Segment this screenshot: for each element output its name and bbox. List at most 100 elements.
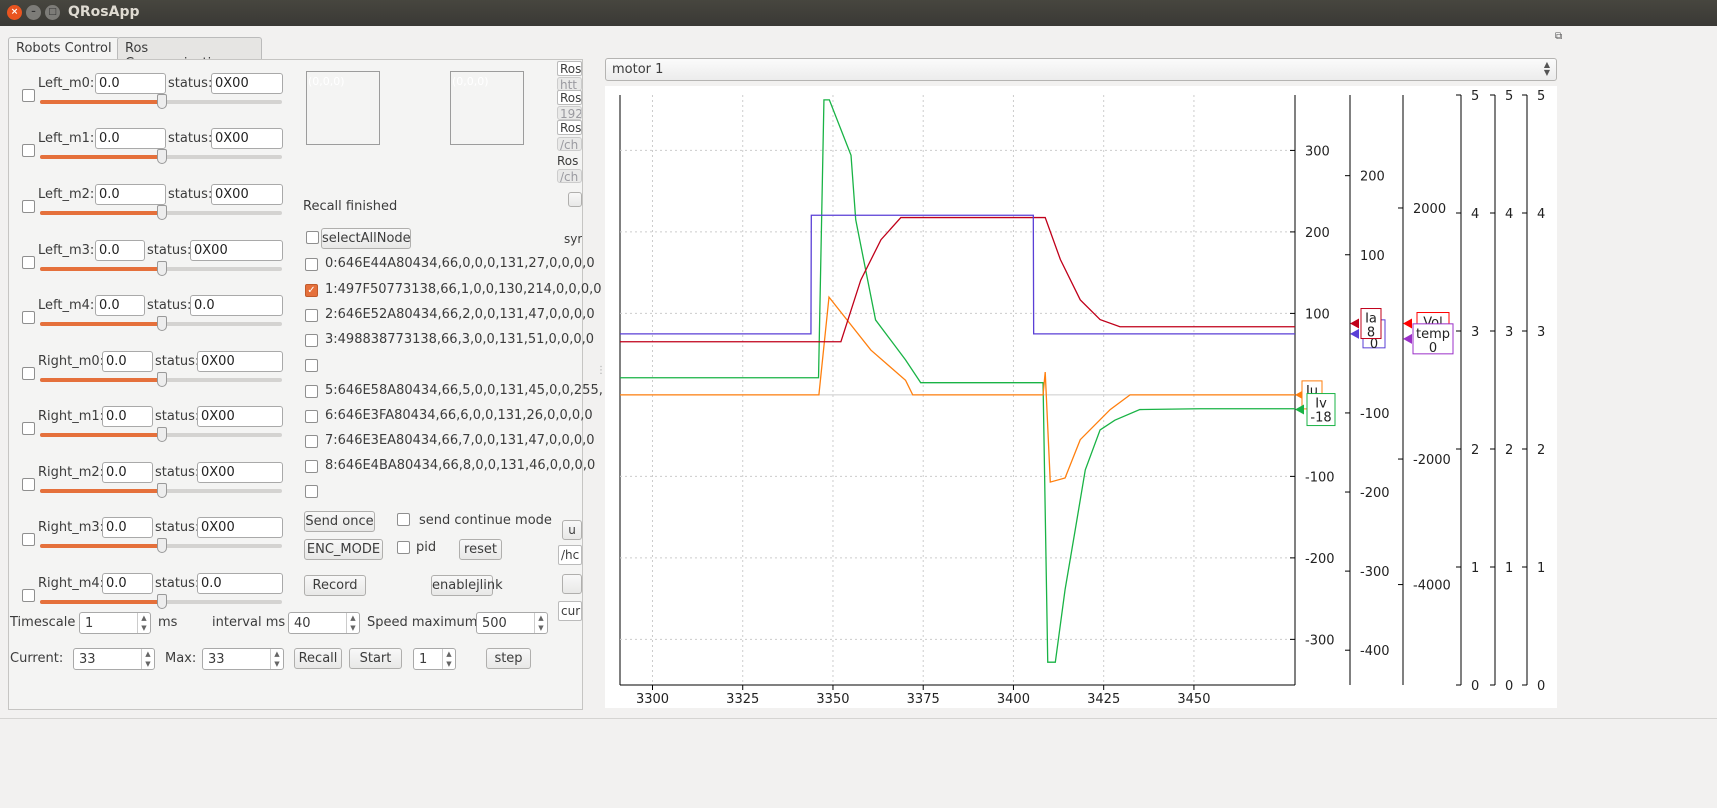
motor-value-input[interactable]: 0.0 (102, 573, 153, 594)
max-spinbox[interactable]: 33 ▲ ▼ (202, 648, 284, 670)
clipped-button-1[interactable] (568, 192, 582, 207)
motor-label: Right_m4: (38, 576, 105, 591)
select-all-node-button[interactable]: selectAllNode (321, 228, 411, 249)
tab-ros-communications[interactable]: Ros Communications (117, 37, 262, 71)
motor-enable-checkbox[interactable] (22, 144, 35, 157)
node-checkbox[interactable] (305, 334, 318, 347)
enablejlink-button[interactable]: enablejlink (431, 575, 503, 596)
send-once-button[interactable]: Send once (304, 511, 375, 532)
status-input[interactable]: 0X00 (211, 184, 283, 205)
speed-max-spinbox[interactable]: 500 ▲ ▼ (476, 612, 548, 634)
node-checkbox[interactable] (305, 359, 318, 372)
slider-handle[interactable] (157, 483, 167, 498)
reset-button[interactable]: reset (459, 539, 502, 560)
motor-enable-checkbox[interactable] (22, 478, 35, 491)
topic-field-2[interactable]: /ch (557, 169, 582, 183)
node-checkbox[interactable] (305, 460, 318, 473)
motor-value-input[interactable]: 0.0 (102, 517, 153, 538)
minimize-icon[interactable]: – (26, 5, 41, 20)
start-button[interactable]: Start (349, 648, 402, 669)
close-icon[interactable]: × (7, 5, 22, 20)
node-checkbox[interactable] (305, 435, 318, 448)
status-input[interactable]: 0X00 (197, 517, 283, 538)
slider-handle[interactable] (157, 316, 167, 331)
interval-spinbox[interactable]: 40 ▲ ▼ (288, 612, 360, 634)
select-all-checkbox[interactable] (306, 231, 319, 244)
cur-field[interactable]: cur (558, 601, 582, 621)
slider-handle[interactable] (157, 594, 167, 609)
motor-enable-checkbox[interactable] (22, 422, 35, 435)
motor-value-input[interactable]: 0.0 (95, 128, 166, 149)
step-spinbox[interactable]: 1 ▲ ▼ (413, 648, 456, 670)
slider-handle[interactable] (157, 538, 167, 553)
record-button[interactable]: Record (304, 575, 366, 596)
motor-value-input[interactable]: 0.0 (102, 462, 153, 483)
node-checkbox[interactable] (305, 258, 318, 271)
motor-enable-checkbox[interactable] (22, 589, 35, 602)
spin-arrows-icon[interactable]: ▲ ▼ (141, 649, 154, 669)
spin-arrows-icon[interactable]: ▲ ▼ (137, 613, 150, 633)
splitter-handle[interactable]: ⋮ (596, 365, 606, 376)
status-input[interactable]: 0X00 (211, 73, 283, 94)
current-value: 33 (79, 652, 96, 667)
ros-field-1[interactable]: Ros (557, 61, 582, 76)
y-tick-label: -300 (1360, 565, 1390, 580)
motor-value-input[interactable]: 0.0 (95, 240, 145, 261)
step-button[interactable]: step (486, 648, 531, 669)
motor-enable-checkbox[interactable] (22, 311, 35, 324)
ros-field-2[interactable]: Ros (557, 90, 582, 105)
hc-field[interactable]: /hc (558, 545, 582, 565)
current-spinbox[interactable]: 33 ▲ ▼ (73, 648, 155, 670)
motor-value-input[interactable]: 0.0 (102, 406, 153, 427)
motor-enable-checkbox[interactable] (22, 367, 35, 380)
spin-arrows-icon[interactable]: ▲ ▼ (534, 613, 547, 633)
node-checkbox[interactable] (305, 385, 318, 398)
spin-arrows-icon[interactable]: ▲ ▼ (442, 649, 455, 669)
motor-enable-checkbox[interactable] (22, 200, 35, 213)
status-input[interactable]: 0X00 (197, 406, 283, 427)
status-input[interactable]: 0X00 (211, 128, 283, 149)
motor-value-input[interactable]: 0.0 (102, 351, 153, 372)
y-tick-label: 2 (1537, 443, 1545, 458)
undock-icon[interactable]: ⧉ (1555, 31, 1562, 42)
recall-button[interactable]: Recall (294, 648, 342, 669)
status-input[interactable]: 0X00 (190, 240, 283, 261)
maximize-icon[interactable]: □ (45, 5, 60, 20)
node-checkbox[interactable]: ✓ (305, 284, 318, 297)
ros-field-3[interactable]: Ros (557, 120, 582, 135)
topic-field-1[interactable]: /ch (557, 137, 582, 151)
slider-handle[interactable] (157, 94, 167, 109)
plot-area[interactable]: 3300 3325 3350 3375 3400 3425 3450 -300 -200 -100… (605, 86, 1557, 708)
slider-handle[interactable] (157, 427, 167, 442)
timescale-spinbox[interactable]: 1 ▲ ▼ (79, 612, 151, 634)
tab-robots-control[interactable]: Robots Control (8, 37, 120, 60)
motor-value-input[interactable]: 0.0 (95, 184, 166, 205)
slider-handle[interactable] (157, 372, 167, 387)
motor-select[interactable]: motor 1 ▲ ▼ (605, 58, 1557, 81)
motor-enable-checkbox[interactable] (22, 256, 35, 269)
motor-value-input[interactable]: 0.0 (95, 73, 166, 94)
clipped-button-2[interactable] (562, 574, 582, 594)
slider-handle[interactable] (157, 149, 167, 164)
status-input[interactable]: 0.0 (190, 295, 283, 316)
slider-fill (40, 267, 161, 271)
pid-checkbox[interactable] (397, 541, 410, 554)
slider-handle[interactable] (157, 205, 167, 220)
slider-handle[interactable] (157, 261, 167, 276)
ip-field[interactable]: 192 (557, 106, 582, 120)
spin-arrows-icon[interactable]: ▲ ▼ (270, 649, 283, 669)
motor-value-input[interactable]: 0.0 (95, 295, 145, 316)
spin-arrows-icon[interactable]: ▲ ▼ (346, 613, 359, 633)
send-continue-checkbox[interactable] (397, 513, 410, 526)
node-checkbox[interactable] (305, 410, 318, 423)
status-input[interactable]: 0X00 (197, 462, 283, 483)
url-field[interactable]: htt (557, 77, 582, 91)
node-checkbox[interactable] (305, 309, 318, 322)
node-checkbox[interactable] (305, 485, 318, 498)
status-input[interactable]: 0X00 (197, 351, 283, 372)
motor-enable-checkbox[interactable] (22, 89, 35, 102)
enc-mode-button[interactable]: ENC_MODE (304, 539, 383, 560)
status-input[interactable]: 0.0 (197, 573, 283, 594)
clipped-button-u[interactable]: u (562, 520, 582, 540)
motor-enable-checkbox[interactable] (22, 533, 35, 546)
